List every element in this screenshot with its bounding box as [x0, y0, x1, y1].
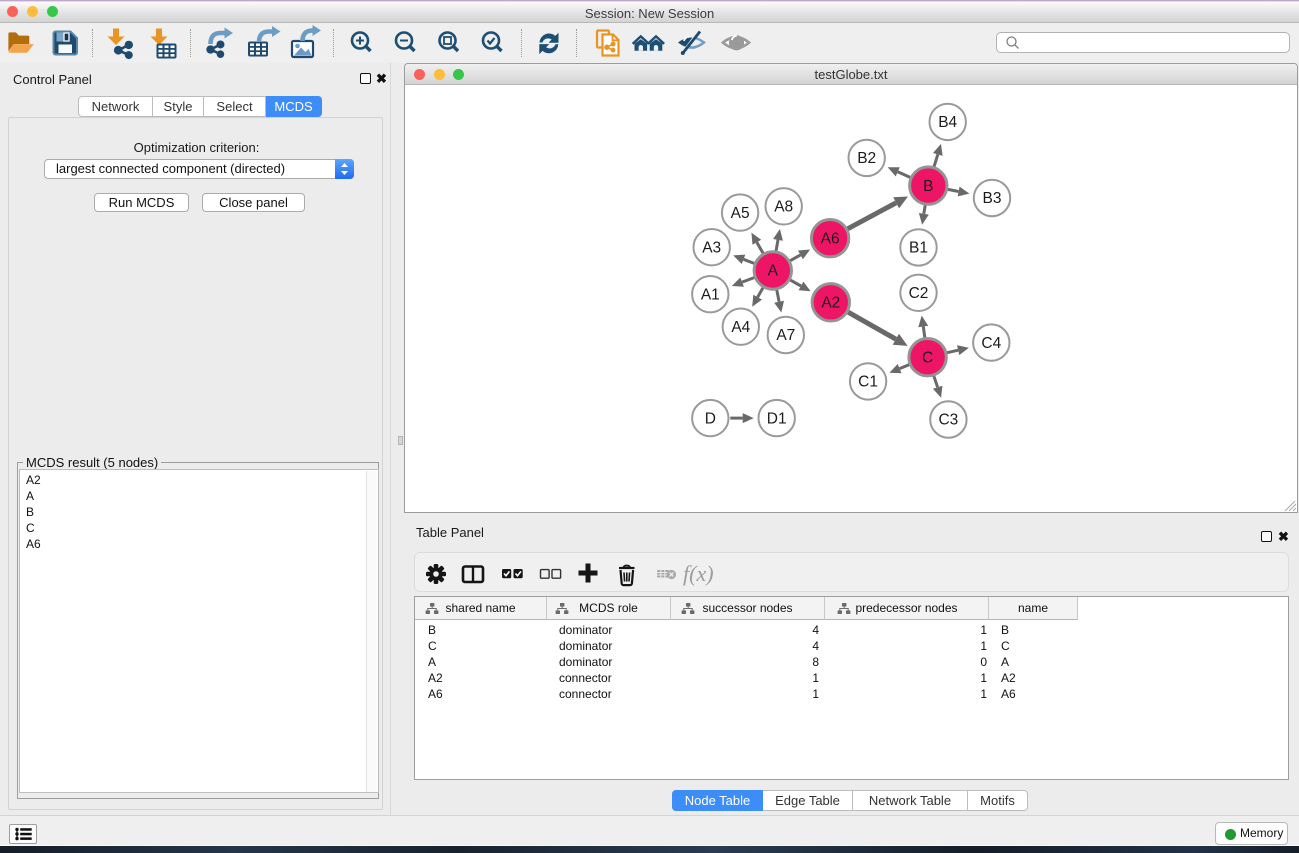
svg-text:D: D [705, 410, 716, 427]
svg-text:D1: D1 [767, 410, 787, 427]
svg-text:A4: A4 [731, 319, 750, 336]
svg-text:C1: C1 [858, 374, 878, 391]
svg-text:C4: C4 [981, 335, 1001, 352]
svg-text:B1: B1 [909, 240, 928, 257]
svg-text:B2: B2 [857, 150, 876, 167]
svg-text:C3: C3 [938, 412, 958, 429]
svg-text:B: B [923, 178, 933, 195]
svg-text:C: C [922, 349, 933, 366]
svg-text:B4: B4 [938, 114, 957, 131]
svg-text:A6: A6 [821, 230, 840, 247]
svg-text:A3: A3 [702, 239, 721, 256]
svg-text:B3: B3 [983, 190, 1002, 207]
svg-text:A: A [768, 263, 779, 280]
svg-text:A1: A1 [701, 286, 720, 303]
svg-text:A8: A8 [774, 199, 793, 216]
svg-text:C2: C2 [909, 285, 929, 302]
svg-text:A7: A7 [776, 327, 795, 344]
svg-text:A5: A5 [731, 205, 750, 222]
svg-text:f(x): f(x) [683, 561, 714, 586]
svg-text:A2: A2 [821, 295, 840, 312]
